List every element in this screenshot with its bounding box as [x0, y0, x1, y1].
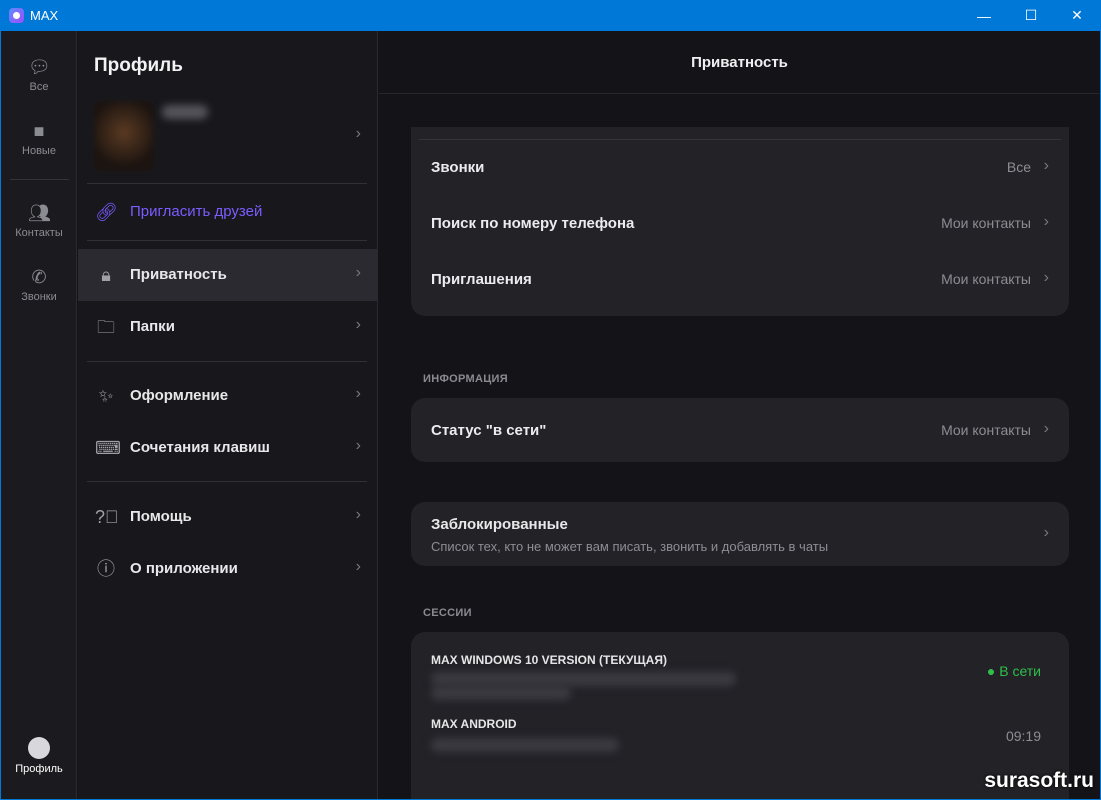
chevron-right-icon: › [355, 316, 361, 333]
setting-calls[interactable]: Звонки Все › [411, 139, 1069, 195]
menu-label: Оформление [130, 387, 229, 404]
setting-label: Звонки [431, 159, 485, 176]
divider [87, 240, 367, 241]
divider [87, 183, 367, 184]
rail-label: Все [29, 81, 49, 93]
invite-label: Пригласить друзей [130, 203, 263, 220]
session-details-blurred [431, 672, 736, 686]
page-title: Приватность [379, 31, 1100, 94]
rail-item-calls[interactable]: ✆ Звонки [1, 267, 77, 303]
profile-name-blurred [162, 105, 208, 119]
session-name: MAX ANDROID [431, 717, 517, 731]
phone-icon: ✆ [31, 267, 47, 287]
menu-item-privacy[interactable]: 🔒︎ Приватность › [78, 249, 377, 301]
menu-item-appearance[interactable]: ✨︎ Оформление › [78, 370, 377, 422]
rail-item-profile[interactable]: Профиль [1, 737, 77, 775]
setting-label: Приглашения [431, 271, 532, 288]
menu-label: Помощь [130, 508, 192, 525]
chevron-right-icon: › [1043, 213, 1049, 230]
menu-label: О приложении [130, 560, 238, 577]
chevron-right-icon: › [355, 125, 361, 142]
close-button[interactable]: ✕ [1054, 0, 1100, 31]
chevron-right-icon: › [1043, 524, 1049, 541]
session-status-text: В сети [999, 663, 1041, 679]
nav-rail: 💬︎ Все ■ Новые 👥︎ Контакты ✆ Звонки Профиль [1, 31, 77, 799]
setting-description: Список тех, кто не может вам писать, зво… [431, 539, 829, 554]
menu-label: Сочетания клавиш [130, 439, 270, 456]
setting-value: Мои контакты [941, 215, 1031, 231]
contacts-icon: 👥︎ [28, 203, 51, 223]
divider [10, 179, 69, 180]
avatar [94, 101, 154, 171]
setting-phone-search[interactable]: Поиск по номеру телефона Мои контакты › [411, 195, 1069, 251]
chevron-right-icon: › [1043, 420, 1049, 437]
watermark: surasoft.ru [984, 769, 1094, 792]
section-header-info: ИНФОРМАЦИЯ [423, 373, 508, 385]
chevron-right-icon: › [355, 264, 361, 281]
chevron-right-icon: › [1043, 157, 1049, 174]
invite-friends-button[interactable]: 🔗︎ Пригласить друзей [78, 186, 377, 238]
privacy-settings-card: Звонки Все › Поиск по номеру телефона Мои к… [411, 127, 1069, 316]
title-bar: MAX — ☐ ✕ [0, 0, 1101, 31]
setting-label: Статус "в сети" [431, 422, 547, 439]
rail-label: Новые [22, 145, 56, 157]
minimize-button[interactable]: — [961, 0, 1007, 31]
profile-panel: Профиль › 🔗︎ Пригласить друзей 🔒︎ Приватн… [78, 31, 378, 799]
menu-item-shortcuts[interactable]: ⌨ Сочетания клавиш › [78, 422, 377, 474]
profile-icon [28, 737, 50, 759]
lock-icon: 🔒︎ [101, 265, 111, 285]
session-details-blurred [431, 738, 619, 752]
setting-value: Мои контакты [941, 422, 1031, 438]
rail-label: Звонки [21, 291, 57, 303]
folder-open-icon: 🗀 [97, 317, 115, 337]
menu-item-folders[interactable]: 🗀 Папки › [78, 301, 377, 353]
session-name: MAX WINDOWS 10 VERSION (ТЕКУЩАЯ) [431, 653, 667, 667]
menu-label: Папки [130, 318, 175, 335]
rail-label: Контакты [15, 227, 63, 239]
session-time: 09:19 [1005, 728, 1041, 744]
keyboard-icon: ⌨ [95, 438, 121, 458]
folder-icon: ■ [33, 121, 45, 141]
chevron-right-icon: › [1043, 269, 1049, 286]
online-dot-icon: ● [986, 663, 1000, 679]
window-title: MAX [30, 8, 59, 23]
session-details-blurred [431, 686, 571, 700]
setting-value: Все [1006, 159, 1031, 175]
setting-value: Мои контакты [941, 271, 1031, 287]
sessions-card: MAX WINDOWS 10 VERSION (ТЕКУЩАЯ) ● В сет… [411, 632, 1069, 799]
chevron-right-icon: › [355, 558, 361, 575]
privacy-panel: Приватность Звонки Все › Поиск по номеру т… [379, 31, 1100, 799]
chat-icon: 💬︎ [28, 57, 51, 77]
setting-online-status[interactable]: Статус "в сети" Мои контакты › [411, 398, 1069, 462]
maximize-button[interactable]: ☐ [1008, 0, 1054, 31]
rail-label: Профиль [15, 763, 63, 775]
setting-label: Заблокированные [431, 516, 568, 533]
link-icon: 🔗︎ [95, 202, 118, 222]
rail-item-new[interactable]: ■ Новые [1, 121, 77, 157]
rail-item-all[interactable]: 💬︎ Все [1, 57, 77, 93]
menu-item-help[interactable]: ?⃝ Помощь › [78, 491, 377, 543]
menu-item-about[interactable]: ⓘ О приложении › [78, 543, 377, 595]
chevron-right-icon: › [355, 506, 361, 523]
setting-label: Поиск по номеру телефона [431, 215, 635, 232]
section-header-sessions: СЕССИИ [423, 607, 472, 619]
setting-invitations[interactable]: Приглашения Мои контакты › [411, 251, 1069, 307]
magic-wand-icon: ✨︎ [98, 386, 114, 406]
setting-blocked[interactable]: Заблокированные Список тех, кто не может… [411, 502, 1069, 566]
rail-item-contacts[interactable]: 👥︎ Контакты [1, 203, 77, 239]
divider [87, 361, 367, 362]
app-logo-icon [9, 8, 24, 23]
info-icon: ⓘ [97, 559, 115, 579]
chevron-right-icon: › [355, 385, 361, 402]
session-status: ● В сети [987, 663, 1041, 679]
divider [87, 481, 367, 482]
help-icon: ?⃝ [95, 507, 119, 527]
chevron-right-icon: › [355, 437, 361, 454]
menu-label: Приватность [130, 266, 227, 283]
panel-title: Профиль [94, 55, 183, 76]
